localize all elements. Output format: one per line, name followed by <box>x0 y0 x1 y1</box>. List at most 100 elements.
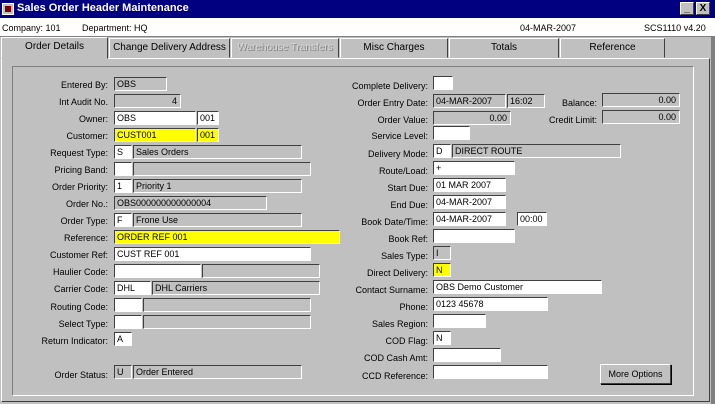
owner-field[interactable]: OBS <box>114 111 196 125</box>
book-ref-label: Book Ref: <box>388 234 428 244</box>
complete-delivery-field[interactable] <box>433 76 453 90</box>
request-type-code-field[interactable]: S <box>114 145 132 159</box>
haulier-code-label: Haulier Code: <box>52 267 108 277</box>
end-due-field[interactable]: 04-MAR-2007 <box>433 195 506 209</box>
route-load-label: Route/Load: <box>378 166 428 176</box>
service-level-label: Service Level: <box>371 131 428 141</box>
end-due-label: End Due: <box>390 200 428 210</box>
haulier-desc-field <box>202 264 320 278</box>
complete-delivery-label: Complete Delivery: <box>351 81 428 91</box>
tab-change-delivery-address[interactable]: Change Delivery Address <box>109 38 230 58</box>
cod-cash-amt-label: COD Cash Amt: <box>363 353 428 363</box>
service-level-field[interactable] <box>433 126 470 140</box>
app-icon <box>2 3 14 15</box>
cod-flag-field[interactable]: N <box>433 331 451 345</box>
customer-ref-field[interactable]: CUST REF 001 <box>114 247 311 261</box>
ccd-reference-label: CCD Reference: <box>361 371 428 381</box>
cod-cash-amt-field[interactable] <box>433 348 501 362</box>
book-ref-field[interactable] <box>433 229 515 243</box>
start-due-label: Start Due: <box>387 183 428 193</box>
title-bar: Sales Order Header Maintenance _ X <box>0 0 715 18</box>
tab-order-details[interactable]: Order Details <box>1 37 108 59</box>
owner-branch-field[interactable]: 001 <box>197 111 219 125</box>
cod-flag-label: COD Flag: <box>385 336 428 346</box>
order-status-desc-field: Order Entered <box>133 365 302 379</box>
request-type-label: Request Type: <box>50 148 108 158</box>
tab-reference[interactable]: Reference <box>560 38 665 58</box>
order-priority-label: Order Priority: <box>51 182 108 192</box>
carrier-code-label: Carrier Code: <box>53 284 108 294</box>
book-time-field[interactable]: 00:00 <box>517 212 547 226</box>
current-date: 04-MAR-2007 <box>520 23 577 33</box>
owner-label: Owner: <box>78 114 108 124</box>
select-type-field[interactable] <box>114 315 142 329</box>
routing-code-field[interactable] <box>114 298 142 312</box>
direct-delivery-label: Direct Delivery: <box>366 268 428 278</box>
haulier-code-field[interactable] <box>114 264 201 278</box>
tab-warehouse-transfers: Warehouse Transfers <box>231 38 339 58</box>
screen-id: SCS1110 v4.20 <box>644 23 706 33</box>
credit-limit-label: Credit Limit: <box>548 115 597 125</box>
order-entry-date-label: Order Entry Date: <box>357 98 428 108</box>
direct-delivery-field[interactable]: N <box>433 263 451 277</box>
window-edge <box>711 37 715 404</box>
order-no-field: OBS000000000000004 <box>114 196 267 210</box>
start-due-field[interactable]: 01 MAR 2007 <box>433 178 506 192</box>
credit-limit-field: 0.00 <box>602 110 680 124</box>
balance-field: 0.00 <box>602 93 680 107</box>
routing-desc-field <box>143 298 311 312</box>
contact-surname-label: Contact Surname: <box>355 285 428 295</box>
order-status-label: Order Status: <box>54 370 108 380</box>
carrier-code-field[interactable]: DHL <box>114 281 151 295</box>
book-date-field[interactable]: 04-MAR-2007 <box>433 212 506 226</box>
request-type-desc-field: Sales Orders <box>133 145 302 159</box>
carrier-desc-field: DHL Carriers <box>152 281 320 295</box>
reference-field[interactable]: ORDER REF 001 <box>114 230 340 244</box>
customer-label: Customer: <box>66 131 108 141</box>
sales-type-label: Sales Type: <box>381 251 428 261</box>
reference-label: Reference: <box>63 233 108 243</box>
pricing-band-desc-field <box>133 162 311 176</box>
customer-branch-field[interactable]: 001 <box>197 128 219 142</box>
order-type-code-field[interactable]: F <box>114 213 132 227</box>
department-label: Department: HQ <box>82 23 148 33</box>
order-entry-time-field: 16:02 <box>507 94 545 108</box>
ccd-reference-field[interactable] <box>433 365 548 379</box>
tab-misc-charges[interactable]: Misc Charges <box>340 38 448 58</box>
book-date-label: Book Date/Time: <box>361 217 428 227</box>
audit-no-label: Int Audit No. <box>58 97 108 107</box>
order-type-desc-field: Frone Use <box>133 213 302 227</box>
audit-no-field: 4 <box>114 94 181 108</box>
order-value-label: Order Value: <box>377 115 428 125</box>
more-options-button[interactable]: More Options <box>600 364 671 384</box>
order-status-code-field: U <box>114 365 132 379</box>
contact-surname-field[interactable]: OBS Demo Customer <box>433 280 602 294</box>
route-load-field[interactable]: + <box>433 161 515 175</box>
minimize-button[interactable]: _ <box>680 2 694 15</box>
balance-label: Balance: <box>561 98 597 108</box>
return-indicator-field[interactable]: A <box>114 332 132 346</box>
pricing-band-code-field[interactable] <box>114 162 132 176</box>
tab-totals[interactable]: Totals <box>449 38 559 58</box>
phone-field[interactable]: 0123 45678 <box>433 297 548 311</box>
close-button[interactable]: X <box>696 2 710 15</box>
phone-label: Phone: <box>399 302 428 312</box>
company-label: Company: 101 <box>2 23 61 33</box>
order-priority-desc-field: Priority 1 <box>133 179 302 193</box>
pricing-band-label: Pricing Band: <box>54 165 108 175</box>
order-no-label: Order No.: <box>65 199 108 209</box>
sales-region-label: Sales Region: <box>371 319 428 329</box>
order-type-label: Order Type: <box>60 216 108 226</box>
customer-ref-label: Customer Ref: <box>49 250 108 260</box>
delivery-mode-code-field[interactable]: D <box>433 144 451 158</box>
order-entry-date-field: 04-MAR-2007 <box>433 94 506 108</box>
entered-by-field: OBS <box>114 77 167 91</box>
sales-region-field[interactable] <box>433 314 486 328</box>
return-indicator-label: Return Indicator: <box>41 336 108 346</box>
customer-field[interactable]: CUST001 <box>114 128 196 142</box>
delivery-mode-desc-field: DIRECT ROUTE <box>452 144 621 158</box>
select-type-desc-field <box>143 315 311 329</box>
window-title: Sales Order Header Maintenance <box>17 2 189 14</box>
info-bar: Company: 101 Department: HQ 04-MAR-2007 … <box>0 18 715 37</box>
order-priority-code-field[interactable]: 1 <box>114 179 132 193</box>
